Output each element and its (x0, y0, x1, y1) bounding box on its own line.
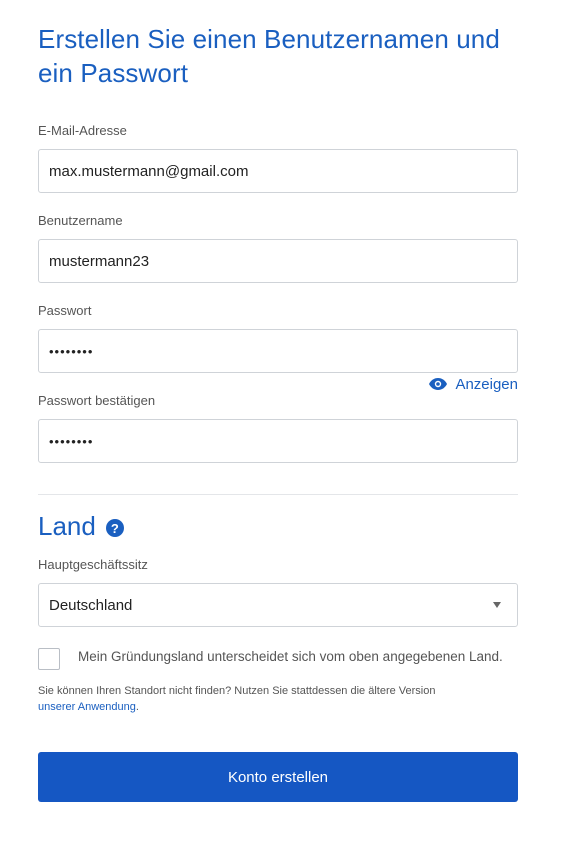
section-divider (38, 494, 518, 495)
eye-icon (429, 378, 448, 390)
country-select[interactable]: Deutschland (38, 583, 518, 627)
confirm-password-label: Passwort bestätigen (38, 393, 156, 408)
show-password-label: Anzeigen (455, 375, 518, 393)
question-circle-icon[interactable]: ? (105, 519, 124, 537)
confirm-password-field[interactable] (38, 419, 518, 463)
founding-country-checkbox-label: Mein Gründungsland unterscheidet sich vo… (78, 649, 503, 664)
email-field[interactable] (38, 149, 518, 193)
password-field[interactable] (38, 329, 518, 373)
hint-text: Sie können Ihren Standort nicht finden? … (38, 685, 436, 697)
create-account-button[interactable]: Konto erstellen (38, 752, 518, 802)
country-select-value: Deutschland (49, 596, 133, 614)
hint-end: . (135, 701, 139, 713)
legacy-app-link[interactable]: unserer Anwendung (38, 701, 136, 713)
username-field[interactable] (38, 239, 518, 283)
caret-down-icon (493, 602, 501, 608)
page-title: Erstellen Sie einen Benutzernamen und ei… (38, 24, 500, 88)
show-password-toggle[interactable]: Anzeigen (429, 374, 518, 394)
country-section-title: Land ? (38, 511, 124, 542)
hq-label: Hauptgeschäftssitz (38, 557, 148, 572)
country-title: Land (38, 511, 96, 541)
password-label: Passwort (38, 303, 92, 318)
username-label: Benutzername (38, 213, 123, 228)
founding-country-checkbox[interactable] (38, 648, 60, 670)
legacy-version-hint: Sie können Ihren Standort nicht finden? … (38, 683, 518, 715)
email-label: E-Mail-Adresse (38, 123, 127, 138)
